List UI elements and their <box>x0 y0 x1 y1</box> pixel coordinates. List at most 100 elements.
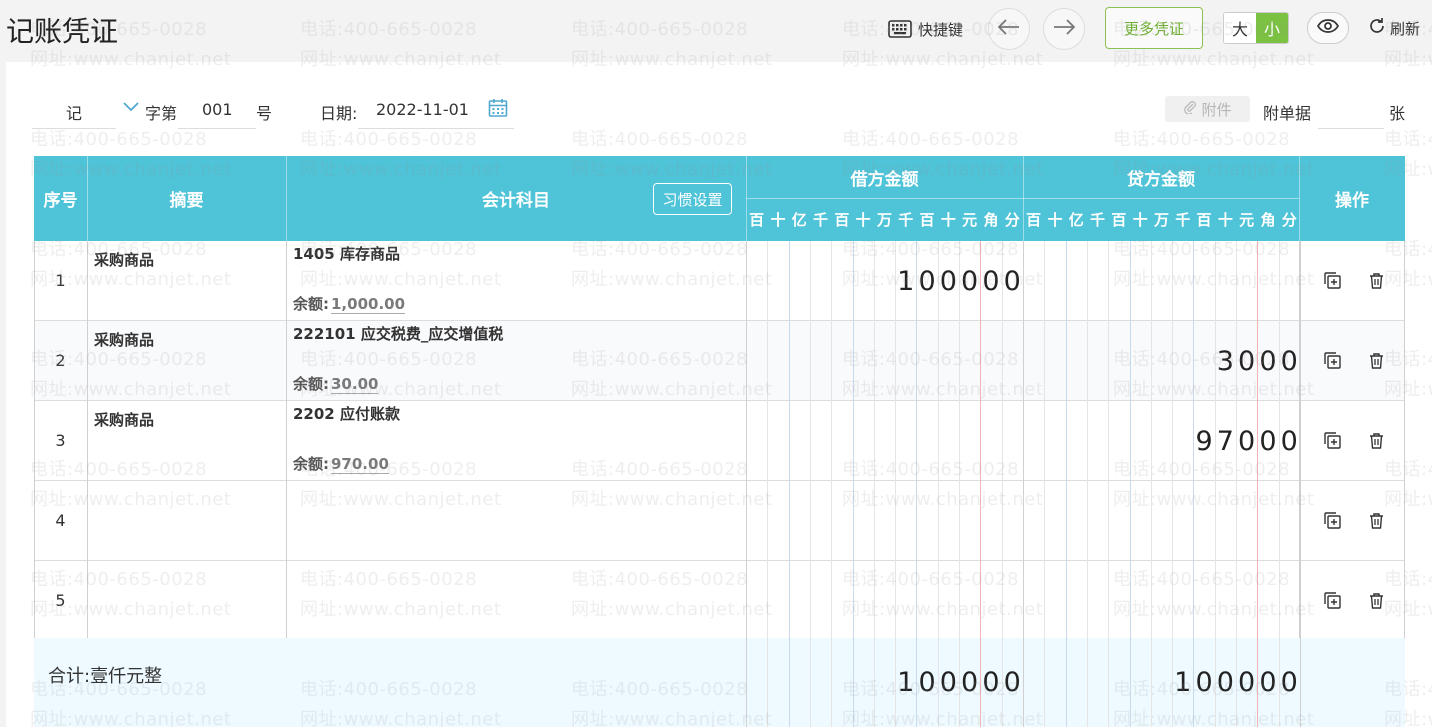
balance-value: 970.00 <box>331 455 389 474</box>
voucher-type-underline <box>32 128 116 129</box>
size-small-option[interactable]: 小 <box>1256 13 1288 43</box>
credit-digit: 0 <box>1259 345 1277 377</box>
credit-digit: 7 <box>1216 425 1234 457</box>
grid-line <box>1023 241 1024 727</box>
debit-unit-label: 千 <box>898 211 914 229</box>
more-vouchers-button[interactable]: 更多凭证 <box>1105 7 1203 49</box>
account-cell[interactable]: 222101 应交税费_应交增值税 <box>293 323 503 344</box>
shortcut-button[interactable]: 快捷键 <box>888 14 963 44</box>
watermark-phone: 电话:400-665-0028 <box>300 19 478 40</box>
col-summary-header: 摘要 <box>169 191 204 211</box>
grid-line <box>1257 241 1259 727</box>
font-size-toggle: 大 小 <box>1223 12 1289 44</box>
credit-unit-label: 万 <box>1153 211 1169 229</box>
header-divider <box>286 156 287 241</box>
credit-unit-label: 十 <box>1217 211 1233 229</box>
delete-row-icon[interactable] <box>1369 272 1384 289</box>
debit-digit: 0 <box>982 265 1000 297</box>
balance-value: 1,000.00 <box>331 295 406 314</box>
col-ops-header: 操作 <box>1335 191 1369 211</box>
refresh-button[interactable]: 刷新 <box>1368 12 1420 44</box>
credit-unit-label: 亿 <box>1068 211 1084 229</box>
copy-row-icon[interactable] <box>1324 432 1341 449</box>
voucher-number-input[interactable]: 001 <box>202 100 233 119</box>
summary-cell[interactable]: 采购商品 <box>94 409 154 430</box>
copy-row-icon[interactable] <box>1324 592 1341 609</box>
copy-row-icon[interactable] <box>1324 272 1341 289</box>
paperclip-icon <box>1183 100 1197 118</box>
debit-digit: 1 <box>897 265 915 297</box>
total-credit-digit: 1 <box>1174 667 1192 698</box>
row-actions <box>1324 241 1384 320</box>
total-row: 合计:壹仟元整 100000 100000 <box>34 638 1405 727</box>
delete-row-icon[interactable] <box>1369 352 1384 369</box>
habit-settings-button[interactable]: 习惯设置 <box>653 183 732 215</box>
debit-unit-label: 角 <box>983 211 999 229</box>
refresh-label: 刷新 <box>1390 19 1421 38</box>
date-input[interactable]: 2022-11-01 <box>376 100 469 119</box>
delete-row-icon[interactable] <box>1369 432 1384 449</box>
grid-line <box>286 241 287 638</box>
credit-unit-label: 十 <box>1132 211 1148 229</box>
delete-row-icon[interactable] <box>1369 512 1384 529</box>
copy-row-icon[interactable] <box>1324 352 1341 369</box>
number-underline <box>178 128 256 129</box>
credit-digit: 3 <box>1216 345 1234 377</box>
total-credit-digit: 0 <box>1216 667 1234 698</box>
debit-digit: 0 <box>918 265 936 297</box>
row-actions <box>1324 321 1384 400</box>
debit-unit-label: 亿 <box>791 211 807 229</box>
total-debit-digit: 0 <box>961 667 979 698</box>
grid-line <box>1044 241 1046 727</box>
grid-line <box>788 241 790 727</box>
arrow-right-icon <box>1053 19 1076 39</box>
row-actions <box>1324 561 1384 640</box>
grid-line <box>1236 241 1237 727</box>
attachment-label: 附件 <box>1201 100 1232 119</box>
table-row[interactable]: 1 采购商品 1405 库存商品 余额: 1,000.00 1 0 0 0 0 0 <box>34 241 1405 321</box>
total-debit-digit: 1 <box>897 667 915 698</box>
credit-unit-label: 千 <box>1175 211 1191 229</box>
row-number: 4 <box>55 511 66 530</box>
credit-unit-label: 角 <box>1260 211 1276 229</box>
grid-line <box>34 241 35 638</box>
grid-line <box>767 241 769 727</box>
debit-unit-label: 十 <box>770 211 786 229</box>
size-large-option[interactable]: 大 <box>1224 13 1256 43</box>
row-actions <box>1324 481 1384 560</box>
table-row[interactable]: 3 采购商品 2202 应付账款 余额: 970.00 9 7 0 0 0 <box>34 401 1405 481</box>
account-cell[interactable]: 2202 应付账款 <box>293 403 400 424</box>
preview-button[interactable] <box>1307 12 1349 44</box>
row-number: 3 <box>55 431 66 450</box>
grid-line <box>87 241 88 638</box>
copy-row-icon[interactable] <box>1324 512 1341 529</box>
credit-unit-label: 千 <box>1090 211 1106 229</box>
debit-unit-label: 元 <box>962 211 978 229</box>
credit-amount[interactable]: 97000 <box>1193 401 1299 481</box>
grid-line <box>1404 241 1405 638</box>
account-cell[interactable]: 1405 库存商品 <box>293 243 400 264</box>
calendar-icon[interactable] <box>488 98 508 122</box>
grid-line <box>1299 241 1301 727</box>
grid-line <box>895 241 897 727</box>
table-row[interactable]: 4 <box>34 481 1405 561</box>
summary-cell[interactable]: 采购商品 <box>94 249 154 270</box>
table-row[interactable]: 2 采购商品 222101 应交税费_应交增值税 余额: 30.00 3 0 0 0 <box>34 321 1405 401</box>
debit-unit-label: 万 <box>876 211 892 229</box>
prev-voucher-button[interactable] <box>988 8 1030 50</box>
row-number: 2 <box>55 351 66 370</box>
chevron-down-icon[interactable] <box>123 98 139 117</box>
doc-unit: 张 <box>1389 104 1406 123</box>
attachment-button[interactable]: 附件 <box>1165 96 1250 122</box>
total-label: 合计:壹仟元整 <box>48 666 163 687</box>
voucher-type[interactable]: 记 <box>66 100 82 124</box>
credit-digit: 0 <box>1280 345 1298 377</box>
debit-digit: 0 <box>939 265 957 297</box>
summary-cell[interactable]: 采购商品 <box>94 329 154 350</box>
debit-unit-label: 百 <box>919 211 935 229</box>
next-voucher-button[interactable] <box>1043 8 1085 50</box>
credit-digit: 0 <box>1238 345 1256 377</box>
table-row[interactable]: 5 <box>34 561 1405 641</box>
grid-line <box>746 241 747 727</box>
delete-row-icon[interactable] <box>1369 592 1384 609</box>
